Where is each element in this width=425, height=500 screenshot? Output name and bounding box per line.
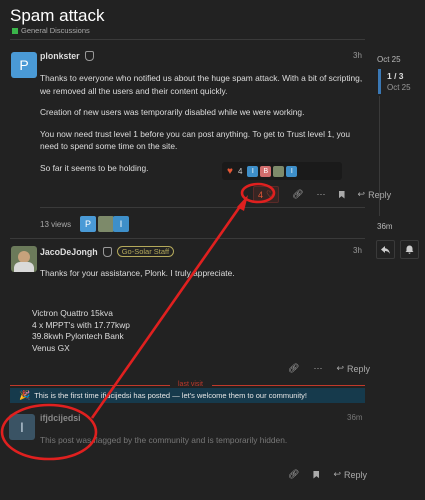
category-color-swatch: [12, 27, 18, 34]
post-paragraph: Creation of new users was temporarily di…: [40, 107, 305, 118]
timeline-start-date[interactable]: Oct 25: [377, 55, 401, 64]
avatar-letter: I: [20, 419, 24, 435]
bookmark-icon[interactable]: [313, 470, 320, 479]
like-button[interactable]: 4 ♡: [253, 186, 280, 203]
reply-label: Reply: [343, 469, 367, 480]
reaction-user-avatar[interactable]: I: [247, 165, 259, 177]
reply-button[interactable]: ↩ Reply: [333, 469, 367, 480]
reply-button[interactable]: ↩ Reply: [336, 363, 370, 374]
section-divider: [10, 238, 365, 239]
participant-avatar[interactable]: P: [80, 216, 96, 232]
title-divider: [10, 39, 365, 40]
avatar[interactable]: [11, 246, 37, 272]
reply-label: Reply: [368, 189, 392, 200]
reaction-user-avatar[interactable]: B: [260, 165, 272, 177]
timeline-end-label[interactable]: 36m: [377, 222, 393, 231]
post-date[interactable]: 36m: [347, 413, 363, 422]
avatar-letter: P: [19, 57, 29, 73]
bookmark-icon[interactable]: [338, 190, 345, 199]
post-divider: [40, 207, 365, 208]
post-author: JacoDeJongh Go-Solar Staff: [40, 246, 175, 257]
post-signature: Victron Quattro 15kva 4 x MPPT's with 17…: [32, 308, 130, 355]
post-paragraph: You now need trust level 1 before you ca…: [40, 128, 351, 152]
link-icon[interactable]: 🔗︎: [288, 469, 299, 480]
avatar[interactable]: P: [11, 52, 37, 78]
reply-button[interactable]: ↩ Reply: [358, 189, 392, 200]
post-paragraph: Thanks to everyone who notified us about…: [40, 73, 363, 96]
link-icon[interactable]: 🔗︎: [288, 363, 299, 374]
signature-line: 39.8kwh Pylontech Bank: [32, 331, 124, 342]
user-flair-badge[interactable]: Go-Solar Staff: [116, 246, 175, 257]
hidden-post-notice: This post was flagged by the community a…: [40, 435, 288, 445]
last-visit-line: [212, 385, 365, 386]
reactions-count: 4: [237, 166, 243, 176]
post-date[interactable]: 3h: [353, 51, 362, 60]
timeline-position-date: Oct 25: [387, 83, 411, 92]
category-label: General Discussions: [21, 26, 90, 35]
heart-reaction-icon: ♥: [227, 165, 233, 177]
post-actions: 4 ♡ 🔗︎ ⋯ ↩ Reply: [253, 186, 391, 203]
reactions-bar[interactable]: ♥ 4 I B I: [222, 162, 342, 180]
post-text: Thanks for your assistance, Plonk. I tru…: [40, 268, 235, 278]
heart-icon: ♡: [266, 189, 275, 199]
timeline-scroller-bar[interactable]: [378, 69, 381, 94]
notifications-button[interactable]: [400, 240, 419, 259]
post-actions: 🔗︎ ↩ Reply: [288, 469, 367, 480]
post-date[interactable]: 3h: [353, 246, 362, 255]
reply-icon: ↩: [357, 189, 366, 199]
reply-icon: ↩: [333, 469, 341, 479]
signature-line: Venus GX: [32, 343, 70, 354]
more-options-icon[interactable]: ⋯: [317, 189, 326, 200]
last-visit-label: last visit: [178, 381, 203, 388]
avatar-shirt: [14, 262, 34, 272]
signature-line: Victron Quattro 15kva: [32, 308, 113, 318]
username[interactable]: ifjdcijedsi: [40, 413, 81, 423]
views-count: 13 views: [40, 220, 72, 229]
moderator-shield-icon: [102, 246, 112, 257]
moderator-shield-icon: [84, 51, 94, 61]
reaction-user-avatar[interactable]: [273, 165, 285, 177]
participant-avatar-photo[interactable]: [98, 216, 114, 232]
username[interactable]: plonkster: [40, 51, 80, 61]
participant-avatar[interactable]: I: [113, 216, 129, 232]
signature-line: 4 x MPPT's with 17.77kwp: [32, 319, 130, 330]
more-options-icon[interactable]: ⋯: [313, 363, 322, 374]
bell-icon: [405, 245, 414, 254]
post-actions: 🔗︎ ⋯ ↩ Reply: [288, 363, 370, 374]
like-count: 4: [258, 189, 264, 200]
first-post-notice-text: This is the first time ifjdcijedsi has p…: [34, 391, 307, 400]
avatar[interactable]: I: [9, 414, 35, 440]
reply-icon: [381, 245, 390, 254]
annotation-arrowhead: [237, 195, 248, 211]
post-author: plonkster: [40, 51, 94, 61]
reply-arrow-button[interactable]: [376, 240, 395, 259]
username[interactable]: JacoDeJongh: [40, 247, 98, 257]
link-icon[interactable]: 🔗︎: [292, 189, 303, 200]
first-post-notice: 🎉 This is the first time ifjdcijedsi has…: [10, 388, 365, 403]
category-badge[interactable]: General Discussions: [12, 26, 90, 35]
last-visit-line: [10, 385, 170, 386]
topic-title[interactable]: Spam attack: [10, 6, 105, 26]
reply-label: Reply: [346, 363, 370, 374]
timeline-position: 1 / 3: [387, 71, 404, 81]
reaction-user-avatar[interactable]: I: [286, 165, 298, 177]
party-popper-icon: 🎉: [19, 390, 31, 400]
reply-icon: ↩: [336, 363, 344, 373]
